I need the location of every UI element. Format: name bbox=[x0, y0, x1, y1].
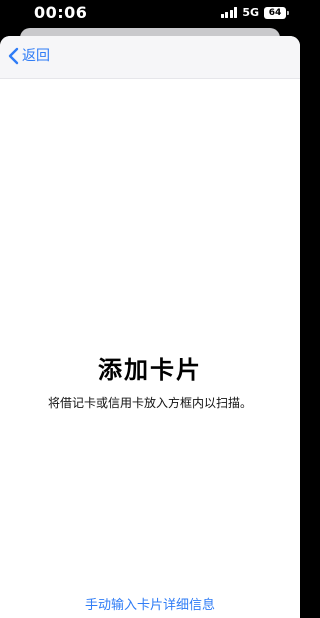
navigation-bar: 返回 bbox=[0, 36, 300, 79]
back-button[interactable]: 返回 bbox=[8, 46, 50, 66]
page-title: 添加卡片 bbox=[98, 356, 202, 384]
add-card-sheet: 返回 添加卡片 将借记卡或信用卡放入方框内以扫描。 手动输入卡片详细信息 bbox=[0, 36, 300, 618]
chevron-left-icon bbox=[8, 47, 19, 65]
scan-instruction: 将借记卡或信用卡放入方框内以扫描。 bbox=[47, 396, 252, 410]
back-button-label: 返回 bbox=[22, 48, 50, 64]
status-bar: 00:06 5G 64 bbox=[0, 0, 300, 30]
network-type: 5G bbox=[242, 6, 259, 19]
status-indicators: 5G 64 bbox=[220, 6, 289, 19]
manual-entry-link[interactable]: 手动输入卡片详细信息 bbox=[0, 594, 300, 613]
status-time: 00:06 bbox=[34, 3, 88, 22]
battery-icon: 64 bbox=[264, 6, 289, 19]
cellular-signal-icon bbox=[220, 7, 238, 18]
